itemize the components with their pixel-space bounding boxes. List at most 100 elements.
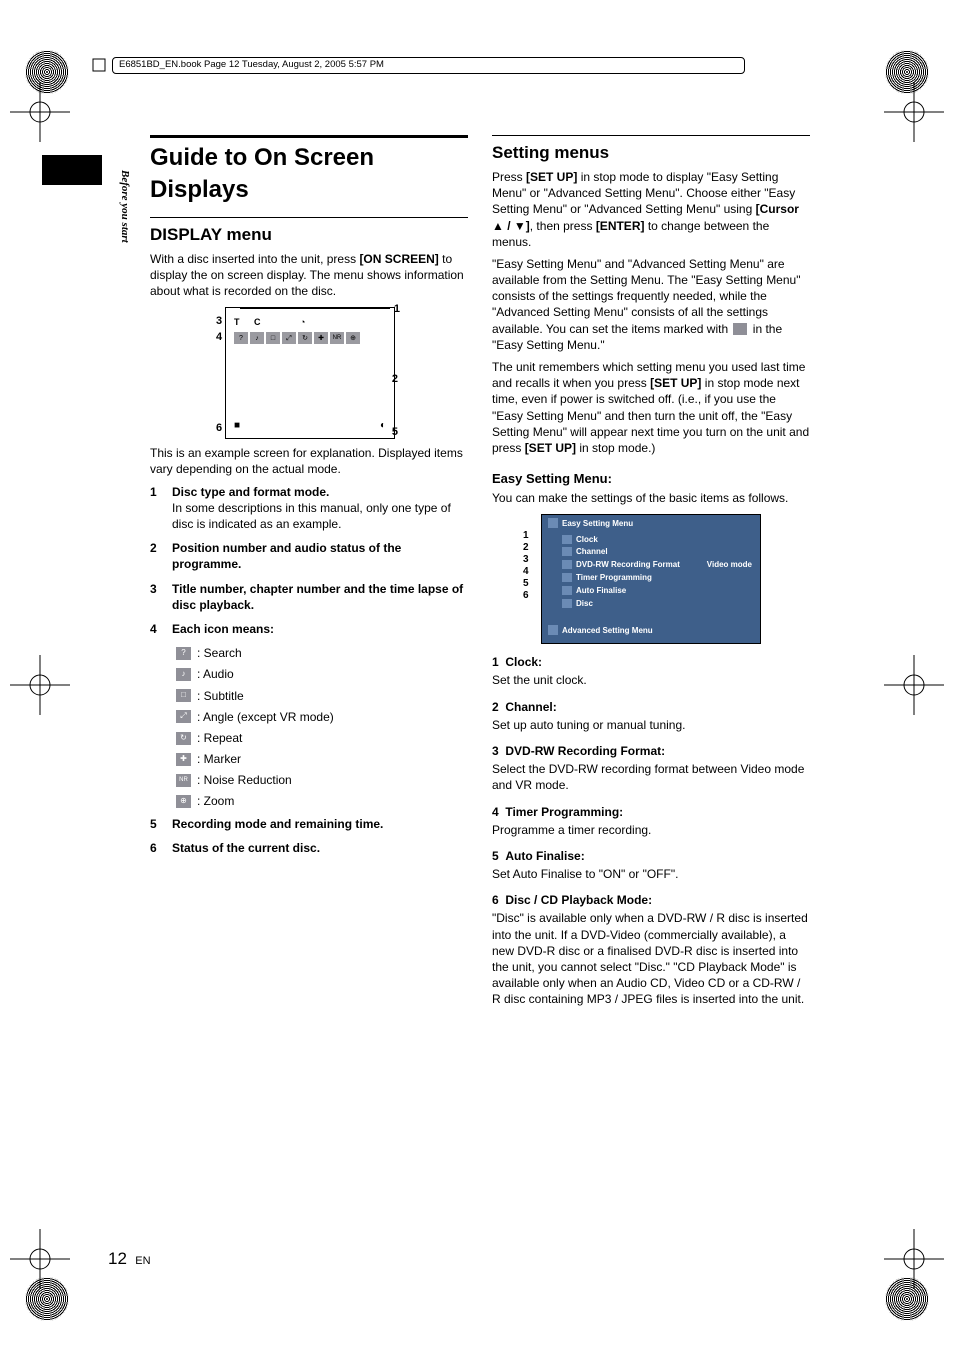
column-left: Guide to On Screen Displays DISPLAY menu…	[150, 135, 468, 1014]
display-item-list-tail: 5Recording mode and remaining time. 6Sta…	[150, 816, 468, 856]
easy-callout-nums: 1 2 3 4 5 6	[523, 530, 529, 602]
callout-2: 2	[392, 372, 398, 387]
zoom-icon: ⊕	[346, 332, 360, 344]
registration-mark-icon	[884, 1229, 944, 1289]
nr-icon: NR	[176, 774, 191, 787]
finalise-icon	[562, 586, 572, 595]
easy-item-autofinalise: Auto Finalise	[562, 585, 754, 598]
legend-label: : Subtitle	[197, 688, 244, 704]
nr-icon: NR	[330, 332, 344, 344]
disc-icon	[562, 599, 572, 608]
legend-label: : Search	[197, 645, 242, 661]
audio-icon: ♪	[176, 668, 191, 681]
def-body-2: Set up auto tuning or manual tuning.	[492, 717, 810, 733]
easy-intro: You can make the settings of the basic i…	[492, 490, 810, 506]
def-body-5: Set Auto Finalise to "ON" or "OFF".	[492, 866, 810, 882]
easy-setting-menu-panel: Easy Setting Menu Clock Channel DVD-RW R…	[541, 514, 761, 644]
list-item: 6 Status of the current disc.	[150, 840, 468, 856]
text: in stop mode.)	[576, 441, 655, 455]
text: Press	[492, 170, 526, 184]
callout-5: 5	[523, 578, 529, 590]
def-body-1: Set the unit clock.	[492, 672, 810, 688]
registration-mark-icon	[884, 82, 944, 142]
subtitle-icon: □	[176, 689, 191, 702]
callout-2: 2	[523, 542, 529, 554]
callout-6: 6	[523, 590, 529, 602]
print-header-text: E6851BD_EN.book Page 12 Tuesday, August …	[112, 57, 745, 74]
item-num: 2	[150, 540, 162, 572]
marker-icon: ✚	[314, 332, 328, 344]
page-root: E6851BD_EN.book Page 12 Tuesday, August …	[0, 0, 954, 1351]
item-num: 5	[150, 816, 162, 832]
key-setup: [SET UP]	[526, 170, 577, 184]
legend-item: ✚ : Marker	[176, 751, 468, 767]
registration-mark-icon	[10, 1229, 70, 1289]
osd-title-row: T C	[234, 316, 267, 328]
setting-p2: "Easy Setting Menu" and "Advanced Settin…	[492, 256, 810, 353]
key-setup: [SET UP]	[525, 441, 576, 455]
easy-item-disc: Disc	[562, 598, 754, 611]
channel-icon	[562, 547, 572, 556]
heading-display-menu: DISPLAY menu	[150, 224, 468, 247]
osd-caption: This is an example screen for explanatio…	[150, 445, 468, 477]
key-setup: [SET UP]	[650, 376, 701, 390]
item-num: 6	[150, 840, 162, 856]
easy-item-dvdrw: DVD-RW Recording FormatVideo mode	[562, 559, 754, 572]
rule	[492, 135, 810, 136]
callout-4: 4	[216, 330, 222, 345]
easy-item-channel: Channel	[562, 546, 754, 559]
legend-item: ⊕: Zoom	[176, 793, 468, 809]
timer-icon	[562, 573, 572, 582]
legend-label: : Zoom	[197, 793, 234, 809]
repeat-icon: ↻	[298, 332, 312, 344]
clock-icon: ◔	[300, 316, 305, 328]
easy-menu-items: Clock Channel DVD-RW Recording FormatVid…	[542, 532, 760, 619]
setting-p3: The unit remembers which setting menu yo…	[492, 359, 810, 456]
print-header: E6851BD_EN.book Page 12 Tuesday, August …	[92, 57, 745, 74]
angle-icon: ⤢	[282, 332, 296, 344]
callout-3: 3	[216, 314, 222, 329]
item-body: Position number and audio status of the …	[172, 540, 468, 572]
leader-line	[240, 308, 390, 309]
column-right: Setting menus Press [SET UP] in stop mod…	[492, 135, 810, 1014]
list-item: 1Disc type and format mode.In some descr…	[150, 484, 468, 533]
section-label: Before you start	[117, 170, 132, 243]
item-body: Title number, chapter number and the tim…	[172, 581, 468, 613]
easy-mark-icon	[733, 323, 747, 335]
item-num: 1	[150, 484, 162, 533]
callout-5: 5	[392, 425, 398, 440]
callout-3: 3	[523, 554, 529, 566]
section-tab	[42, 155, 102, 185]
search-icon: ?	[176, 647, 191, 660]
disc-icon: ◐	[380, 419, 386, 433]
text: , then press	[530, 219, 596, 233]
heading-guide: Guide to On Screen Displays	[150, 142, 468, 207]
legend-label: : Repeat	[197, 730, 242, 746]
key-enter: [ENTER]	[596, 219, 645, 233]
subtitle-icon: □	[266, 332, 280, 344]
display-item-list: 1Disc type and format mode.In some descr…	[150, 484, 468, 638]
def-heading-4: 4 Timer Programming:	[492, 804, 810, 820]
registration-mark-icon	[10, 655, 70, 715]
rule	[150, 217, 468, 218]
def-body-3: Select the DVD-RW recording format betwe…	[492, 761, 810, 793]
def-heading-2: 2 Channel:	[492, 699, 810, 715]
legend-item: ↻: Repeat	[176, 730, 468, 746]
icon-legend: ?: Search ♪: Audio □: Subtitle ⤢: Angle …	[176, 645, 468, 810]
item-num: 4	[150, 621, 162, 637]
legend-label: : Audio	[197, 666, 234, 682]
legend-label: : Marker	[197, 751, 241, 767]
video-mode-label: Video mode	[707, 560, 752, 571]
book-icon	[92, 58, 106, 72]
audio-icon: ♪	[250, 332, 264, 344]
item-num: 3	[150, 581, 162, 613]
item-body: Status of the current disc.	[172, 840, 468, 856]
marker-icon: ✚	[176, 753, 191, 766]
text: With a disc inserted into the unit, pres…	[150, 252, 359, 266]
legend-item: NR: Noise Reduction	[176, 772, 468, 788]
osd-diagram: 1 2 3 4 5 6 T C ◔ ? ♪ □ ⤢ ↻ ✚ NR	[225, 307, 393, 439]
list-item: 2 Position number and audio status of the…	[150, 540, 468, 572]
legend-item: ♪ : Audio	[176, 666, 468, 682]
clock-icon	[562, 535, 572, 544]
callout-4: 4	[523, 566, 529, 578]
